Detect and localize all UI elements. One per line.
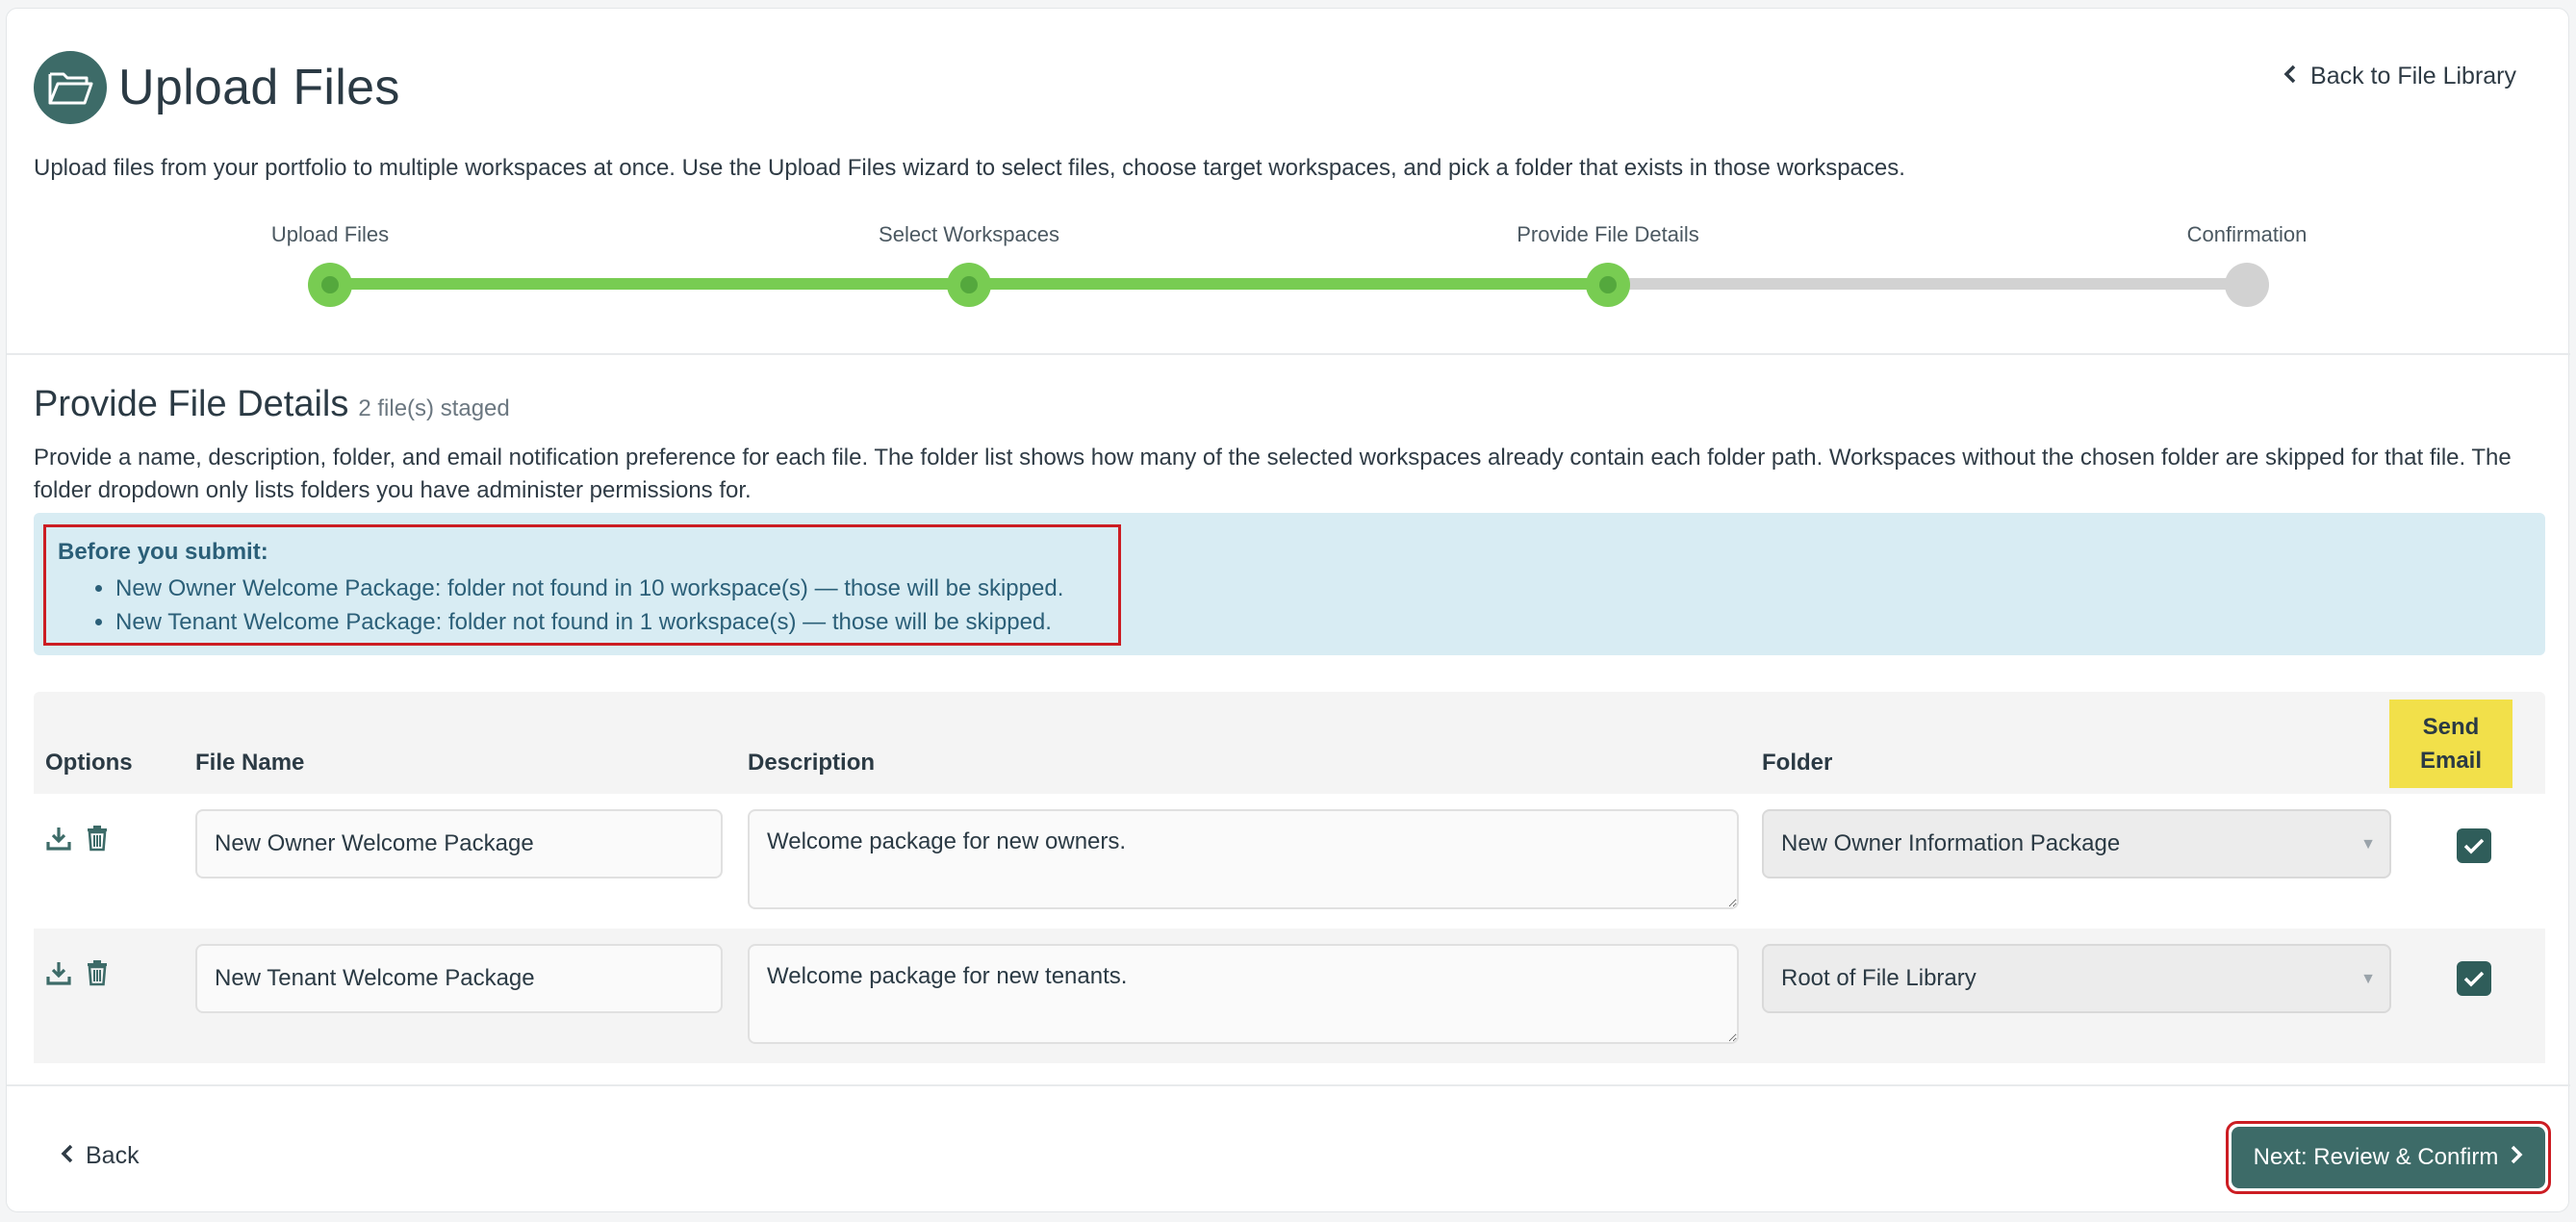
wizard-stepper: Upload Files Select Workspaces Provide F… <box>7 211 2570 317</box>
send-email-checkbox[interactable] <box>2457 961 2491 996</box>
table-row: Welcome package for new tenants. Root of… <box>34 929 2545 1063</box>
next-review-confirm-button[interactable]: Next: Review & Confirm <box>2232 1127 2545 1188</box>
alert-item: New Owner Welcome Package: folder not fo… <box>115 572 1107 605</box>
next-button-highlight: Next: Review & Confirm <box>2226 1121 2551 1194</box>
intro-text: Upload files from your portfolio to mult… <box>34 155 1905 181</box>
info-alert: Before you submit: New Owner Welcome Pac… <box>34 513 2545 655</box>
trash-icon[interactable] <box>86 959 109 991</box>
column-header-file-name: File Name <box>195 750 305 776</box>
folder-open-icon <box>34 51 107 124</box>
alert-highlight-box: Before you submit: New Owner Welcome Pac… <box>43 524 1121 646</box>
step-label-select-workspaces: Select Workspaces <box>879 222 1059 246</box>
folder-select-value: Root of File Library <box>1781 965 1977 991</box>
description-textarea[interactable]: Welcome package for new tenants. <box>748 944 1739 1044</box>
next-button-label: Next: Review & Confirm <box>2253 1144 2499 1170</box>
step-dot-provide-file-details <box>1586 263 1630 307</box>
description-textarea[interactable]: Welcome package for new owners. <box>748 809 1739 909</box>
alert-item: New Tenant Welcome Package: folder not f… <box>115 605 1107 639</box>
table-row: Welcome package for new owners. New Owne… <box>34 794 2545 929</box>
column-header-folder: Folder <box>1762 750 1833 776</box>
footer-divider <box>7 1084 2570 1086</box>
trash-icon[interactable] <box>86 825 109 856</box>
section-title: Provide File Details <box>34 384 349 424</box>
check-icon <box>2463 838 2485 854</box>
check-icon <box>2463 971 2485 987</box>
folder-select[interactable]: Root of File Library ▼ <box>1762 944 2391 1013</box>
file-name-input[interactable] <box>195 944 723 1013</box>
step-label-provide-file-details: Provide File Details <box>1517 222 1699 246</box>
step-dot-confirmation <box>2225 263 2269 307</box>
alert-list: New Owner Welcome Package: folder not fo… <box>115 572 1107 639</box>
page-title: Upload Files <box>118 60 400 115</box>
back-to-library-label: Back to File Library <box>2310 63 2516 89</box>
file-name-input[interactable] <box>195 809 723 878</box>
back-button-label: Back <box>86 1142 140 1169</box>
download-icon[interactable] <box>45 825 72 856</box>
chevron-left-icon <box>2283 63 2297 90</box>
column-header-options: Options <box>45 750 133 776</box>
folder-select[interactable]: New Owner Information Package ▼ <box>1762 809 2391 878</box>
chevron-right-icon <box>2510 1144 2523 1171</box>
table-header: Options File Name Description Folder Sen… <box>34 692 2545 794</box>
caret-down-icon: ▼ <box>2360 836 2376 853</box>
column-header-description: Description <box>748 750 876 776</box>
header-divider <box>7 353 2570 355</box>
chevron-left-icon <box>61 1142 74 1170</box>
section-description: Provide a name, description, folder, and… <box>34 445 2512 503</box>
download-icon[interactable] <box>45 959 72 991</box>
back-to-library-link[interactable]: Back to File Library <box>2283 63 2516 90</box>
upload-files-card: Upload Files Back to File Library Upload… <box>6 8 2570 1212</box>
progress-track-pending <box>1608 278 2247 290</box>
alert-title: Before you submit: <box>58 539 268 565</box>
page-header: Upload Files <box>34 51 400 124</box>
row-options <box>45 825 109 856</box>
folder-select-value: New Owner Information Package <box>1781 830 2121 856</box>
step-label-confirmation: Confirmation <box>2186 222 2308 246</box>
section-heading: Provide File Details 2 file(s) staged <box>34 384 510 425</box>
back-button[interactable]: Back <box>61 1142 140 1170</box>
step-label-upload-files: Upload Files <box>270 222 390 246</box>
column-header-send-email: Send Email <box>2389 700 2512 788</box>
send-email-checkbox[interactable] <box>2457 828 2491 863</box>
staged-count: 2 file(s) staged <box>358 395 510 421</box>
row-options <box>45 959 109 991</box>
step-dot-select-workspaces <box>947 263 991 307</box>
step-dot-upload-files <box>308 263 352 307</box>
caret-down-icon: ▼ <box>2360 971 2376 987</box>
